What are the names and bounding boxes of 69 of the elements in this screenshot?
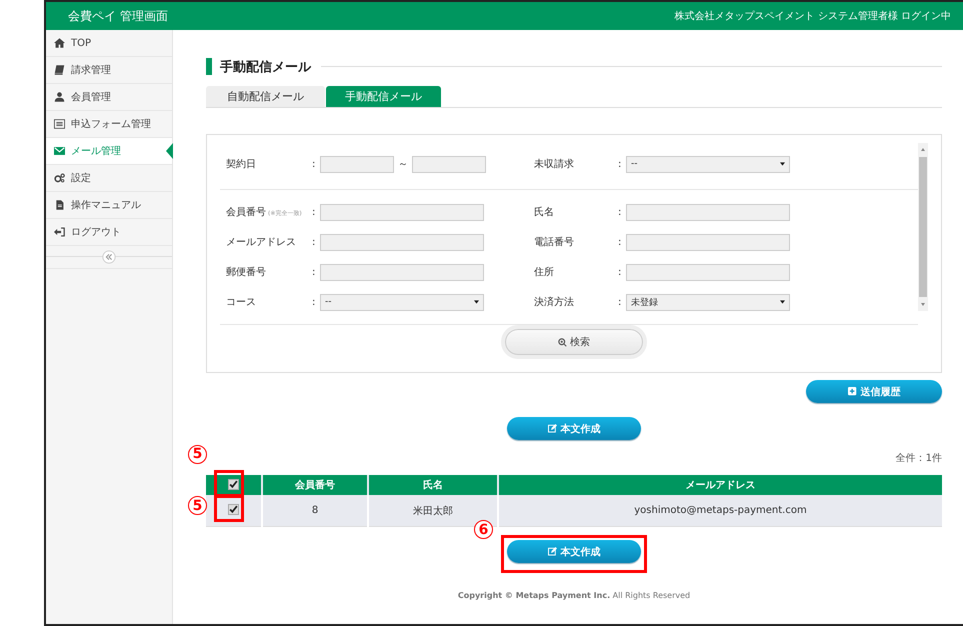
sign-out-icon — [54, 227, 65, 237]
check-icon — [229, 505, 238, 514]
field-label: 電話番号 — [534, 236, 575, 249]
dropdown[interactable]: 未登録 — [626, 294, 790, 310]
dropdown[interactable]: -- — [626, 156, 790, 172]
search-button[interactable]: 検索 — [501, 325, 647, 359]
colon: : — [312, 296, 316, 308]
list-icon — [54, 119, 65, 129]
colon: : — [618, 206, 622, 218]
caret-icon — [780, 162, 785, 166]
app-title: 会費ペイ 管理画面 — [68, 8, 168, 24]
colon: : — [618, 296, 622, 308]
column-header: 会員番号 — [262, 475, 368, 495]
callout-number: 5 — [188, 444, 207, 464]
colon: : — [312, 206, 316, 218]
page-heading: 手動配信メール — [206, 58, 942, 75]
field-label: コース — [226, 296, 257, 309]
book-icon — [54, 65, 65, 75]
field-label: 未収請求 — [534, 158, 575, 171]
callout-number: 5 — [188, 496, 207, 515]
text-field[interactable] — [626, 234, 790, 250]
colon: : — [618, 266, 622, 278]
field-label: メールアドレス — [226, 236, 297, 249]
text-field[interactable] — [320, 204, 484, 220]
text-field[interactable] — [626, 204, 790, 220]
range-separator: ～ — [397, 158, 409, 171]
home-icon — [54, 38, 65, 48]
edit-icon — [548, 424, 556, 433]
login-status: 株式会社メタップスペイメント システム管理者様 ログイン中 — [674, 10, 951, 23]
column-header: メールアドレス — [498, 475, 942, 495]
field-label: 決済方法 — [534, 296, 575, 309]
field-label: 住所 — [534, 266, 555, 279]
checkbox[interactable] — [228, 478, 239, 490]
scrollbar[interactable] — [918, 143, 928, 311]
table-cell: yoshimoto@metaps-payment.com — [498, 495, 942, 526]
tab[interactable]: 自動配信メール — [206, 86, 325, 107]
colon: : — [618, 158, 622, 170]
text-field[interactable] — [320, 234, 484, 250]
zoom-icon — [558, 338, 567, 346]
highlight-frame — [214, 495, 244, 522]
caret-icon — [474, 300, 479, 304]
date-field[interactable] — [320, 156, 394, 172]
field-label: 郵便番号 — [226, 266, 267, 279]
total-count: 全件：1件 — [894, 452, 942, 465]
date-field[interactable] — [412, 156, 486, 172]
copyright: Copyright © Metaps Payment Inc. All Rights Reserved — [456, 591, 692, 600]
document-icon — [54, 200, 65, 210]
text-field[interactable] — [626, 264, 790, 280]
user-icon — [54, 92, 65, 102]
text-field[interactable] — [320, 264, 484, 280]
colon: : — [312, 266, 316, 278]
collapse-icon[interactable] — [102, 250, 116, 264]
dropdown[interactable]: -- — [320, 294, 484, 310]
caret-icon — [780, 300, 785, 304]
colon: : — [312, 158, 316, 170]
field-label: 契約日 — [226, 158, 257, 171]
tab[interactable]: 手動配信メール — [326, 86, 441, 107]
table-cell: 8 — [262, 495, 368, 526]
colon: : — [618, 236, 622, 248]
edit-icon — [548, 547, 556, 556]
colon: : — [312, 236, 316, 248]
field-label: 氏名 — [534, 206, 555, 219]
column-header: 氏名 — [368, 475, 498, 495]
gears-icon — [54, 173, 65, 183]
sidebar-item[interactable]: メール管理 — [46, 138, 172, 165]
check-icon — [229, 480, 238, 488]
checkbox[interactable] — [228, 504, 239, 515]
mail-icon — [54, 146, 65, 156]
plus-square-icon — [848, 387, 856, 396]
